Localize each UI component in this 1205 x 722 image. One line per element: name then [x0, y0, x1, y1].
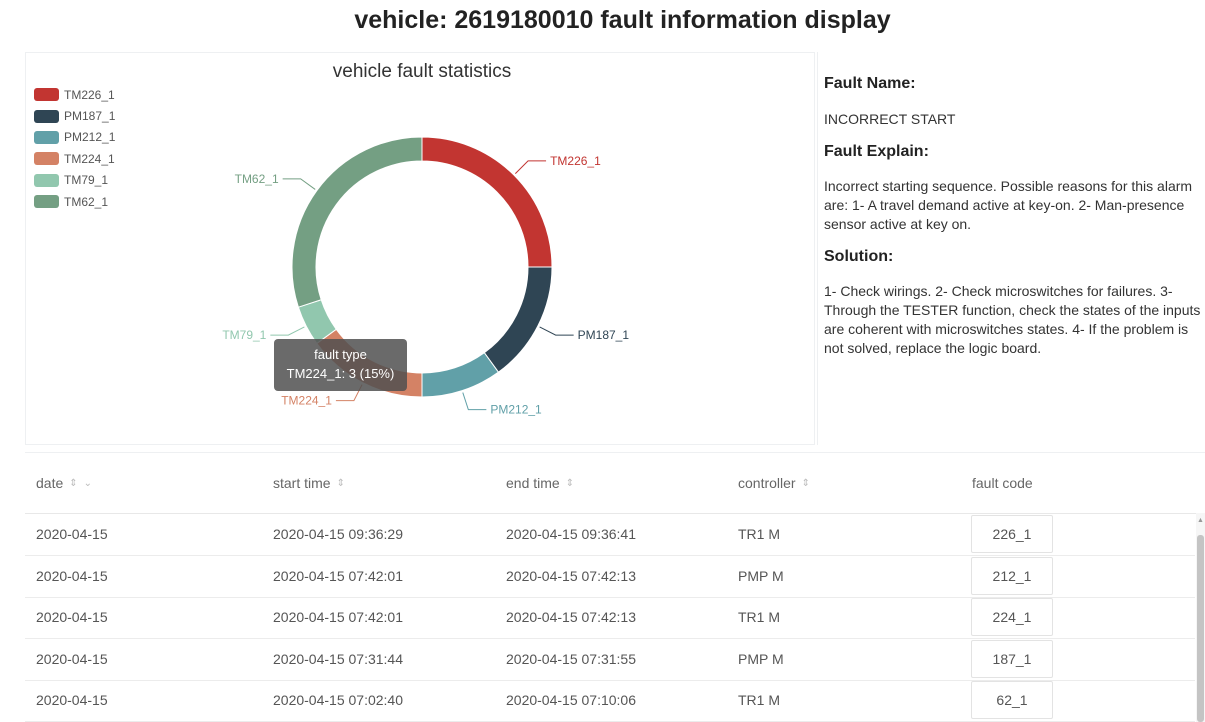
- legend-label: TM79_1: [64, 173, 109, 188]
- legend-swatch: [34, 88, 59, 102]
- slice-label: TM224_1: [281, 394, 332, 408]
- sort-icon[interactable]: ⇕: [69, 478, 77, 489]
- chart-title: vehicle fault statistics: [333, 61, 511, 82]
- legend-label: TM224_1: [64, 151, 115, 166]
- legend-item[interactable]: TM79_1: [34, 170, 115, 191]
- slice-label: TM79_1: [222, 328, 266, 342]
- cell-start-time: 2020-04-15 07:42:01: [273, 609, 403, 625]
- donut-slice[interactable]: [483, 266, 553, 373]
- legend-swatch: [34, 109, 59, 123]
- tooltip-text: TM224_1: 3 (15%): [286, 366, 395, 381]
- table-scrollbar[interactable]: ▲: [1196, 513, 1205, 722]
- legend-swatch: [34, 130, 59, 144]
- chart-legend: TM226_1 PM187_1 PM212_1 TM224_1 TM79_1 TM62_1: [34, 84, 115, 212]
- slice-label: TM62_1: [235, 172, 279, 186]
- table-row[interactable]: 2020-04-15 2020-04-15 07:02:40 2020-04-15 …: [25, 680, 1195, 722]
- legend-label: TM226_1: [64, 87, 115, 102]
- label-leader-line: [270, 326, 305, 336]
- cell-end-time: 2020-04-15 07:42:13: [506, 567, 636, 584]
- chart-panel: vehicle fault statistics TM226_1 PM187_1 P…: [25, 52, 815, 445]
- fault-code-button[interactable]: 212_1: [971, 556, 1053, 595]
- label-leader-line: [539, 326, 574, 336]
- cell-controller: PMP M: [738, 567, 784, 584]
- donut-slice[interactable]: [421, 352, 500, 398]
- slice-label: PM187_1: [578, 328, 630, 342]
- legend-item[interactable]: TM224_1: [34, 148, 115, 169]
- chart-tooltip: fault type TM224_1: 3 (15%): [274, 339, 407, 391]
- fault-name: INCORRECT START: [824, 111, 956, 127]
- slice-label: TM226_1: [550, 154, 601, 168]
- legend-swatch: [34, 152, 59, 166]
- solution-text: 1- Check wirings. 2- Check microswitches…: [824, 283, 1201, 356]
- scroll-up-icon[interactable]: ▲: [1196, 517, 1205, 524]
- cell-controller: TR1 M: [738, 609, 780, 625]
- legend-item[interactable]: PM212_1: [34, 127, 115, 148]
- cell-start-time: 2020-04-15 07:02:40: [273, 692, 403, 708]
- fault-code-button[interactable]: 224_1: [971, 598, 1053, 636]
- table-row[interactable]: 2020-04-15 2020-04-15 07:42:01 2020-04-15 …: [25, 556, 1195, 598]
- column-label: controller: [738, 475, 796, 491]
- table-row[interactable]: 2020-04-15 2020-04-15 07:42:01 2020-04-15 …: [25, 597, 1195, 639]
- legend-item[interactable]: TM226_1: [34, 84, 115, 105]
- cell-start-time: 2020-04-15 09:36:29: [273, 526, 403, 542]
- cell-start-time: 2020-04-15 07:42:01: [273, 567, 403, 584]
- fault-name-heading: Fault Name:: [824, 75, 916, 92]
- scrollbar-thumb[interactable]: [1197, 535, 1204, 722]
- chevron-down-icon[interactable]: ⌄: [84, 478, 92, 489]
- column-label: end time: [506, 475, 560, 491]
- column-header-start-time[interactable]: start time ⇕: [273, 475, 345, 491]
- column-label: fault code: [972, 475, 1033, 491]
- legend-swatch: [34, 195, 59, 209]
- legend-label: PM212_1: [64, 130, 116, 145]
- cell-date: 2020-04-15: [36, 526, 108, 542]
- legend-label: PM187_1: [64, 109, 116, 124]
- cell-start-time: 2020-04-15 07:31:44: [273, 650, 403, 667]
- cell-date: 2020-04-15: [36, 567, 108, 584]
- fault-table: date ⇕ ⌄ start time ⇕ end time ⇕ control…: [25, 452, 1205, 722]
- cell-controller: PMP M: [738, 650, 784, 667]
- table-header: date ⇕ ⌄ start time ⇕ end time ⇕ control…: [25, 453, 1205, 514]
- column-label: start time: [273, 475, 331, 491]
- fault-explain-heading: Fault Explain:: [824, 143, 929, 160]
- solution-heading: Solution:: [824, 248, 894, 265]
- column-header-fault-code: fault code: [972, 475, 1033, 491]
- fault-info-panel: Fault Name: INCORRECT START Fault Explai…: [817, 52, 1205, 445]
- cell-date: 2020-04-15: [36, 692, 108, 708]
- cell-end-time: 2020-04-15 07:31:55: [506, 650, 636, 667]
- legend-item[interactable]: TM62_1: [34, 191, 115, 212]
- cell-controller: TR1 M: [738, 692, 780, 708]
- cell-date: 2020-04-15: [36, 609, 108, 625]
- column-header-controller[interactable]: controller ⇕: [738, 475, 810, 491]
- legend-swatch: [34, 173, 59, 187]
- label-leader-line: [282, 178, 316, 190]
- cell-end-time: 2020-04-15 09:36:41: [506, 526, 636, 542]
- sort-icon[interactable]: ⇕: [337, 478, 345, 489]
- cell-date: 2020-04-15: [36, 650, 108, 667]
- fault-code-button[interactable]: 226_1: [971, 515, 1053, 553]
- fault-code-button[interactable]: 62_1: [971, 681, 1053, 719]
- page-title: vehicle: 2619180010 fault information di…: [354, 6, 891, 34]
- tooltip-title: fault type: [314, 347, 367, 362]
- donut-slice[interactable]: [421, 136, 553, 268]
- sort-icon[interactable]: ⇕: [566, 478, 574, 489]
- legend-label: TM62_1: [64, 194, 109, 209]
- column-header-end-time[interactable]: end time ⇕: [506, 475, 574, 491]
- column-label: date: [36, 475, 64, 491]
- slice-label: PM212_1: [490, 403, 542, 417]
- donut-slice[interactable]: [291, 136, 423, 308]
- fault-explain: Incorrect starting sequence. Possible re…: [824, 178, 1193, 232]
- cell-end-time: 2020-04-15 07:10:06: [506, 692, 636, 708]
- column-header-date[interactable]: date ⇕ ⌄: [36, 475, 92, 491]
- cell-end-time: 2020-04-15 07:42:13: [506, 609, 636, 625]
- legend-item[interactable]: PM187_1: [34, 105, 115, 126]
- table-row[interactable]: 2020-04-15 2020-04-15 09:36:29 2020-04-15 …: [25, 514, 1195, 556]
- donut-chart: vehicle fault statistics TM226_1 PM187_1 P…: [222, 61, 630, 417]
- sort-icon[interactable]: ⇕: [802, 478, 810, 489]
- label-leader-line: [462, 392, 487, 411]
- fault-code-button[interactable]: 187_1: [971, 639, 1053, 678]
- table-row[interactable]: 2020-04-15 2020-04-15 07:31:44 2020-04-15 …: [25, 639, 1195, 681]
- cell-controller: TR1 M: [738, 526, 780, 542]
- label-leader-line: [514, 160, 547, 175]
